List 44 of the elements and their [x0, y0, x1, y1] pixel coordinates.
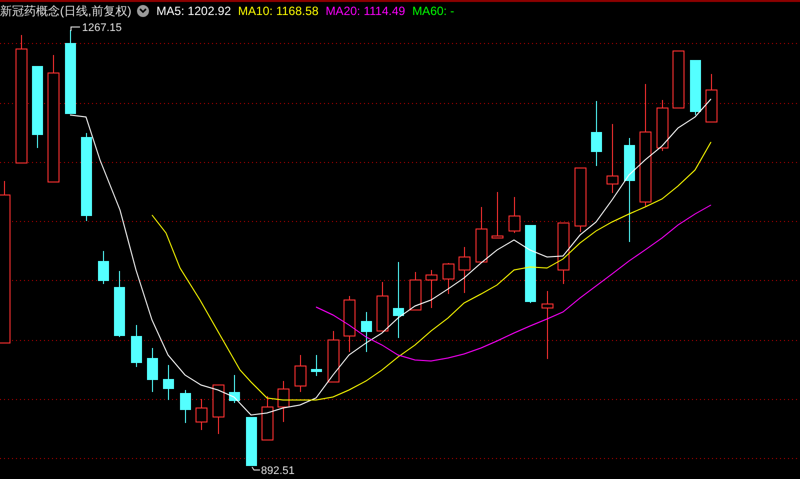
moving-average-label: MA60: -	[412, 5, 454, 17]
candlestick	[558, 222, 570, 284]
leader-line	[252, 466, 260, 470]
candlestick	[706, 74, 718, 122]
candlestick	[180, 390, 191, 424]
candlestick	[458, 246, 470, 294]
candlestick	[131, 324, 142, 368]
candlestick	[163, 364, 174, 400]
chart-title: 新冠药概念(日线,前复权)	[0, 5, 132, 17]
candlestick	[98, 250, 109, 284]
candlestick	[114, 270, 125, 338]
candlestick	[294, 354, 306, 392]
high-price-label: 1267.15	[82, 22, 122, 34]
candlestick	[328, 330, 340, 382]
candlestick	[606, 124, 618, 194]
candlestick	[361, 312, 372, 352]
candlestick	[246, 416, 257, 466]
candlestick	[376, 282, 388, 332]
candlestick	[262, 396, 274, 440]
leader-line	[70, 26, 80, 32]
candlestick	[690, 60, 701, 116]
candlestick	[656, 100, 668, 152]
candlestick	[476, 206, 488, 262]
candlestick	[492, 192, 504, 238]
candlestick	[574, 168, 586, 232]
moving-average-label: MA5: 1202.92	[156, 5, 232, 17]
candlestick	[442, 262, 454, 294]
moving-average-label: MA10: 1168.58	[238, 5, 319, 17]
candlestick	[278, 380, 290, 422]
candlestick	[196, 398, 208, 430]
candlestick	[672, 50, 684, 108]
candlestick	[542, 290, 554, 360]
low-price-label: 892.51	[261, 465, 295, 477]
candlestick	[229, 374, 240, 404]
candlestick	[426, 270, 438, 308]
moving-average-label: MA20: 1114.49	[326, 5, 406, 17]
candlestick	[311, 354, 322, 376]
candlestick	[591, 100, 602, 166]
candlestick	[410, 272, 422, 310]
candlestick	[212, 384, 224, 434]
candlestick	[344, 296, 356, 352]
dropdown-icon[interactable]	[137, 5, 150, 17]
candlestick	[508, 196, 520, 234]
candlestick	[147, 348, 158, 392]
